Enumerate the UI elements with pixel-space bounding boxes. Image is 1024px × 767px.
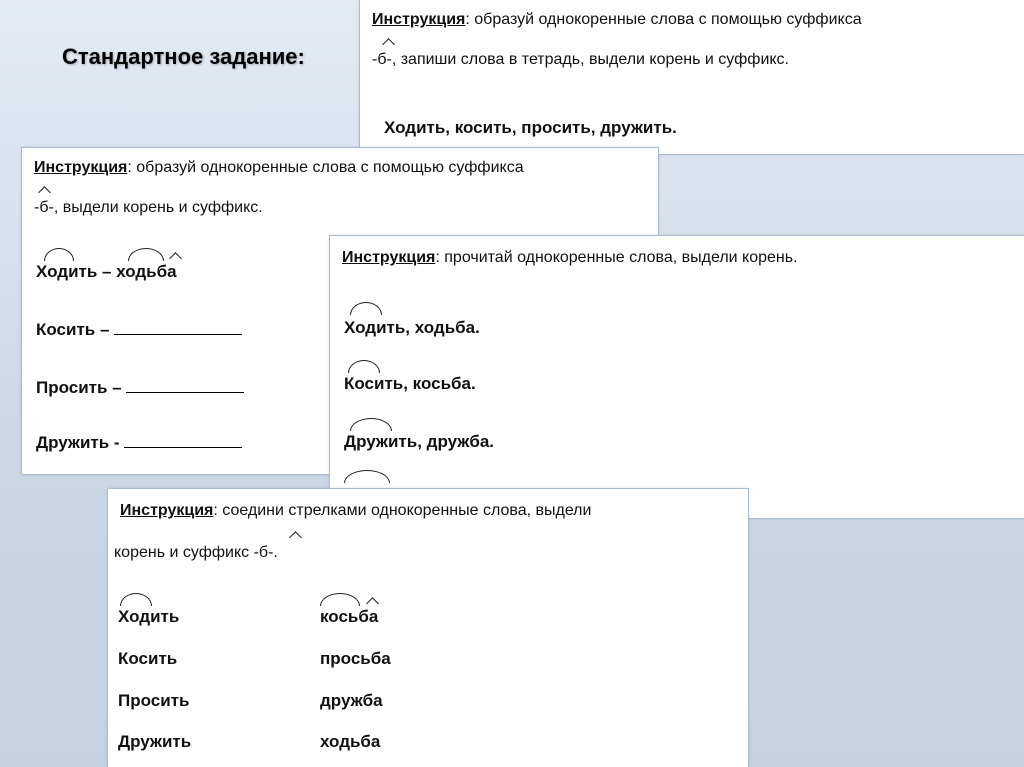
exercise-line: Ходить – ходьба (36, 262, 177, 281)
left-word: Ходить (118, 607, 180, 626)
root-arc-icon (320, 593, 360, 606)
right-word: дружба (320, 691, 383, 710)
exercise-line: Просить – (36, 378, 245, 398)
root-arc-icon (44, 248, 74, 261)
exercise-line: Косить – (36, 320, 243, 340)
left-word: Косить (118, 649, 178, 668)
word-list: Ходить, косить, просить, дружить. (384, 118, 677, 137)
exercise-line: Ходить, ходьба. (344, 318, 480, 337)
instruction-text: : образуй однокоренные слова с помощью с… (127, 159, 524, 176)
right-word: ходьба (320, 732, 381, 751)
answer-blank (114, 320, 243, 335)
task-card-1: Инструкция: образуй однокоренные слова с… (360, 0, 1024, 154)
task-card-3: Инструкция: прочитай однокоренные слова,… (330, 236, 1024, 518)
answer-blank (126, 378, 245, 393)
suffix-mark-icon (382, 38, 395, 51)
instruction-text: : образуй однокоренные слова с помощью с… (465, 11, 862, 28)
instruction: Инструкция: соедини стрелками однокоренн… (120, 501, 740, 521)
instruction-text: : соедини стрелками однокоренные слова, … (213, 502, 592, 519)
instruction-text-2: -б-, запиши слова в тетрадь, выдели коре… (372, 51, 789, 68)
instruction-text-2: -б-, выдели корень и суффикс. (34, 199, 263, 216)
instruction-line-2: -б-, запиши слова в тетрадь, выдели коре… (372, 50, 1016, 70)
instruction-label: Инструкция (34, 159, 128, 176)
instruction-line-2: -б-, выдели корень и суффикс. (34, 198, 650, 218)
root-arc-icon (350, 418, 392, 431)
instruction-label: Инструкция (372, 11, 466, 28)
suffix-mark-icon (289, 531, 302, 544)
instruction-label: Инструкция (120, 502, 214, 519)
instruction-text-2: корень и суффикс -б-. (114, 544, 278, 561)
root-arc-icon (120, 593, 152, 606)
root-arc-icon (350, 302, 382, 315)
root-arc-icon (128, 248, 164, 261)
exercise-line: Косить, косьба. (344, 374, 476, 393)
left-word: Дружить (118, 732, 192, 751)
left-word: Просить (118, 691, 190, 710)
slide-title: Стандартное задание: (62, 44, 305, 69)
instruction: Инструкция: образуй однокоренные слова с… (34, 158, 650, 178)
instruction: Инструкция: образуй однокоренные слова с… (372, 10, 1016, 30)
instruction: Инструкция: прочитай однокоренные слова,… (342, 248, 1016, 268)
root-arc-icon (344, 470, 390, 483)
exercise-line: Дружить - (36, 433, 243, 453)
task-card-4: Инструкция: соедини стрелками однокоренн… (108, 489, 748, 767)
instruction-label: Инструкция (342, 249, 436, 266)
suffix-mark-icon (38, 186, 51, 199)
instruction-line-2: корень и суффикс -б-. (114, 543, 740, 563)
right-word: косьба (320, 607, 379, 626)
root-arc-icon (348, 360, 380, 373)
answer-blank (124, 433, 243, 448)
right-word: просьба (320, 649, 391, 668)
instruction-text: : прочитай однокоренные слова, выдели ко… (435, 249, 798, 266)
exercise-line: Дружить, дружба. (344, 432, 495, 451)
